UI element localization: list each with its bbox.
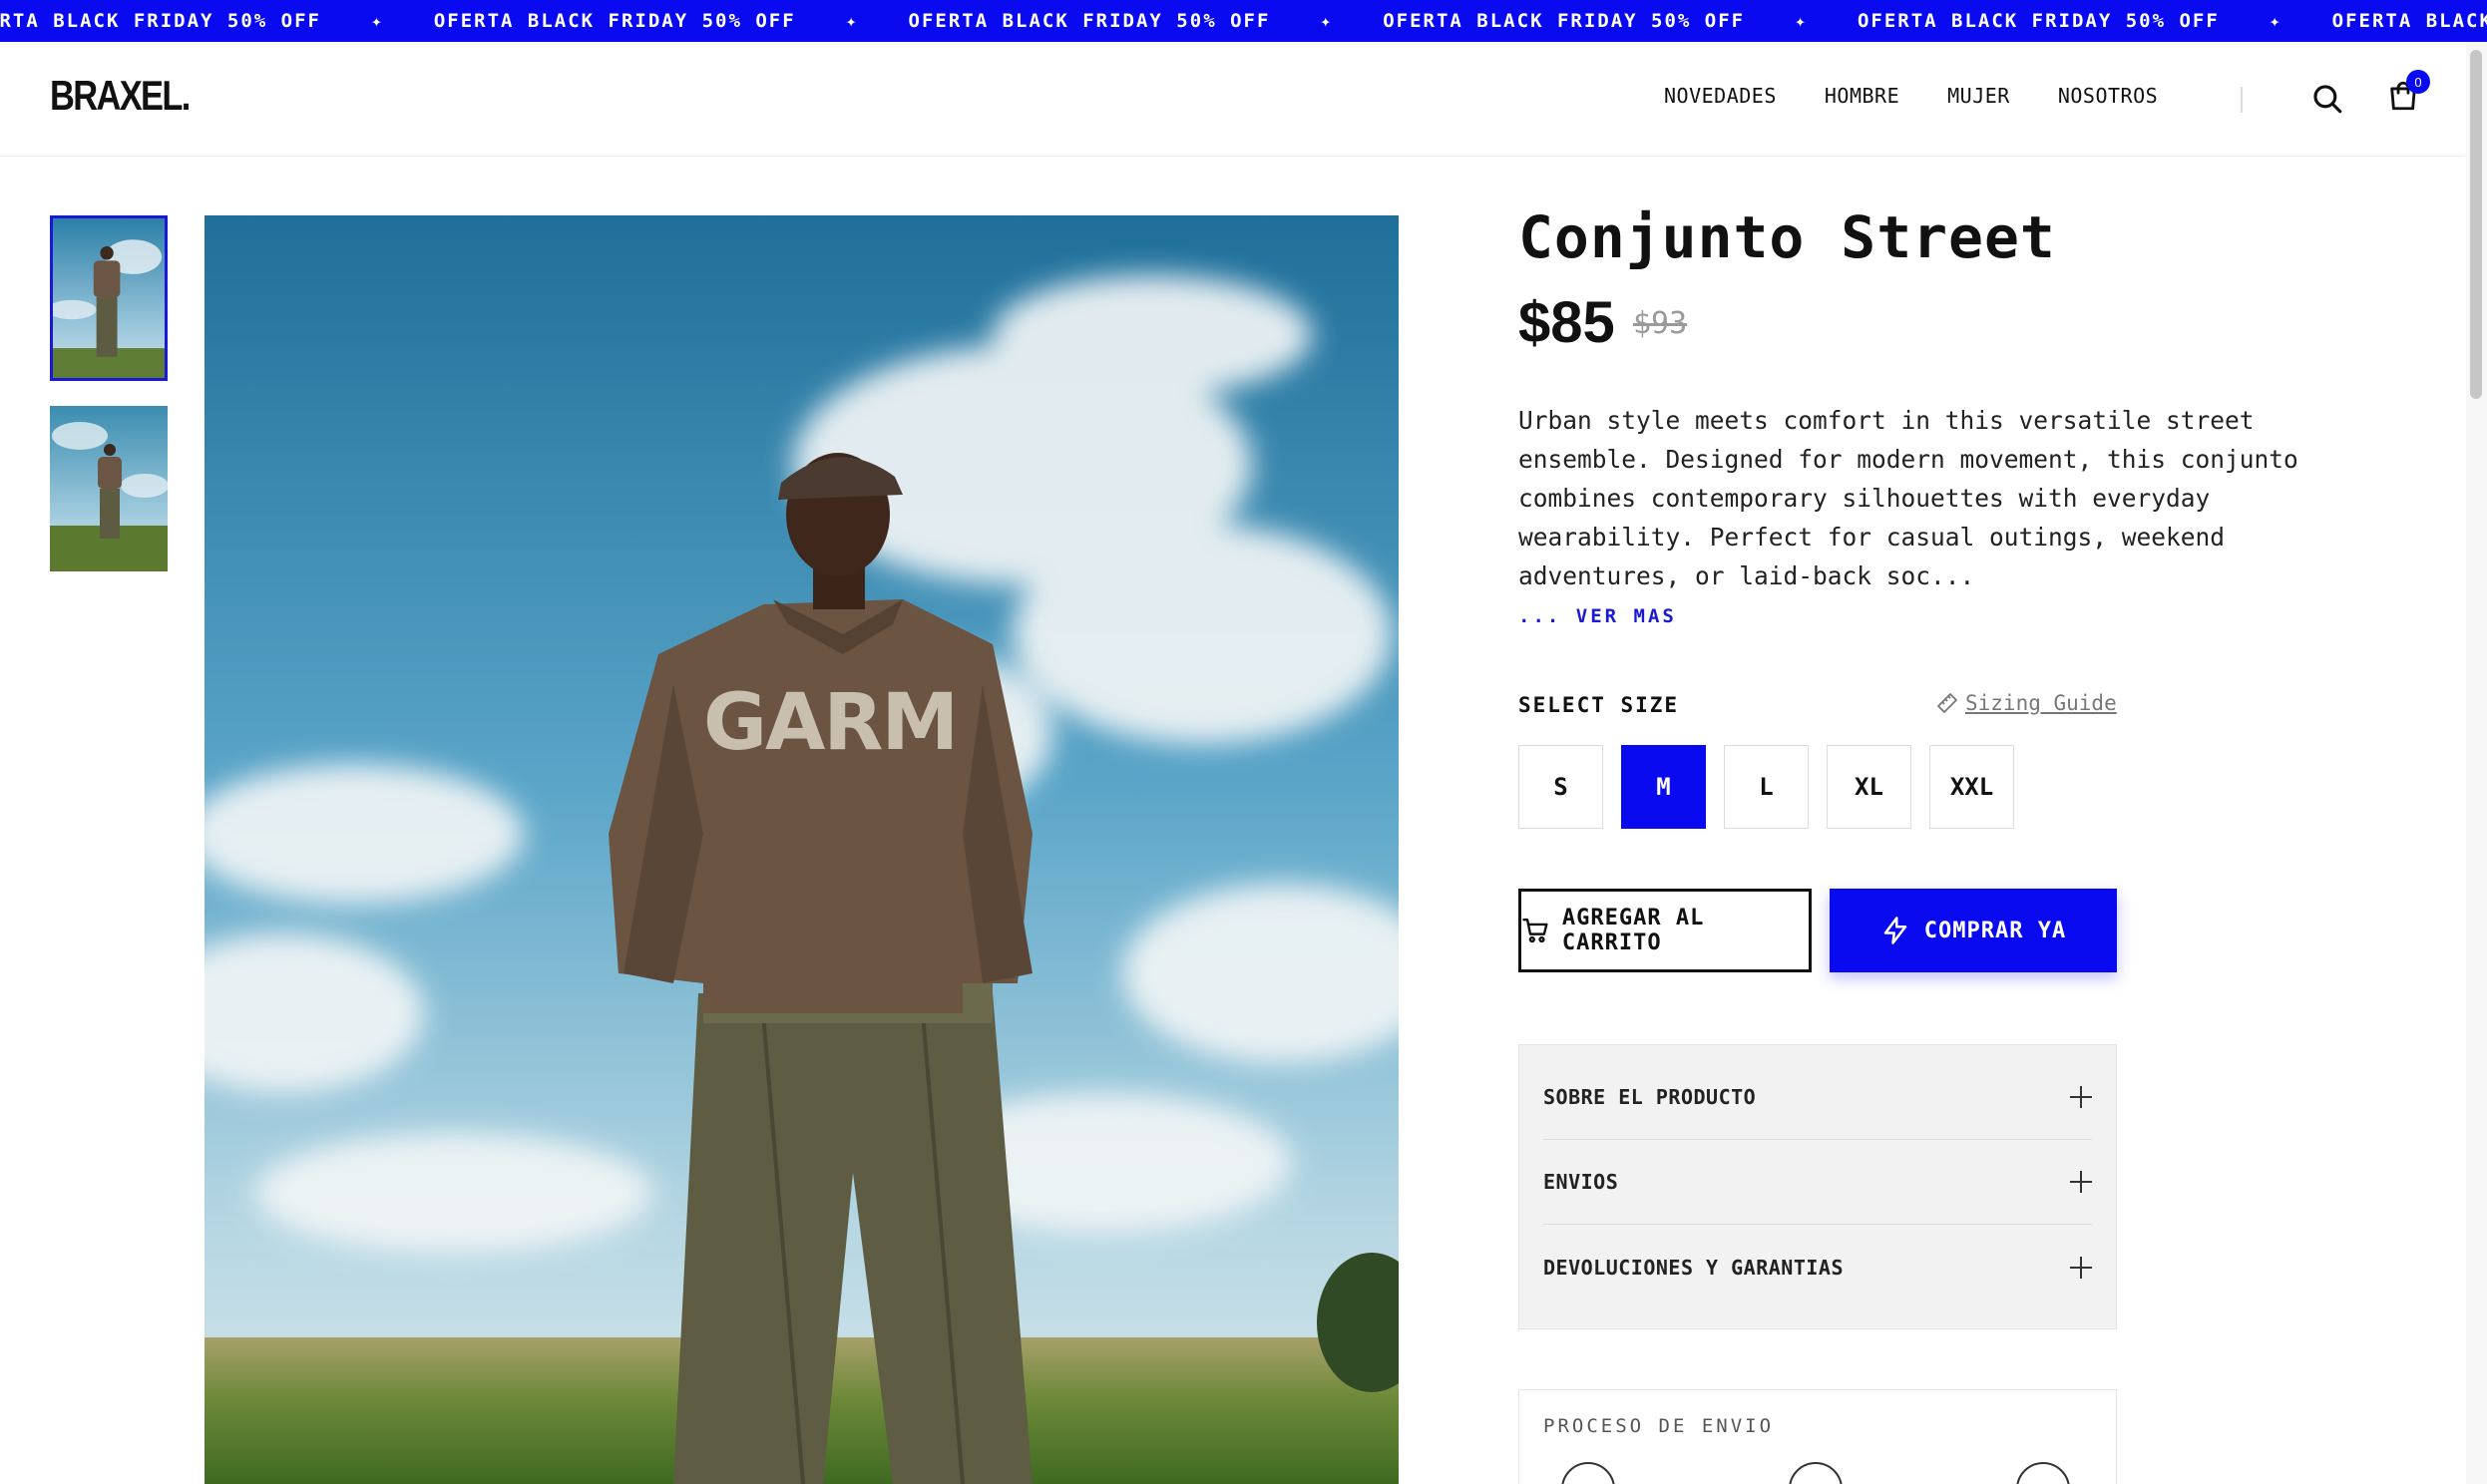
shipping-process-card: PROCESO DE ENVIO	[1518, 1389, 2117, 1484]
product-photo: GARM	[205, 215, 1399, 1484]
nav-item-novedades[interactable]: NOVEDADES	[1664, 84, 1777, 108]
announcement-text: OFERTA BLACK FRIDAY 50% OFF	[433, 10, 796, 32]
size-option-l[interactable]: L	[1724, 745, 1809, 829]
plus-icon	[2070, 1171, 2092, 1193]
accordion-label: SOBRE EL PRODUCTO	[1543, 1085, 1757, 1109]
gallery-thumbnail-2[interactable]	[50, 406, 168, 571]
shipping-process-title: PROCESO DE ENVIO	[1543, 1415, 1775, 1437]
add-to-cart-button[interactable]: AGREGAR AL CARRITO	[1518, 889, 1812, 972]
announcement-text: OFERTA BLACK FRIDAY 50% OFF	[1857, 10, 2220, 32]
star-icon: ✦	[845, 10, 859, 32]
buy-now-label: COMPRAR YA	[1923, 918, 2067, 943]
product-price: $85	[1518, 290, 1615, 355]
product-old-price: $93	[1633, 306, 1688, 341]
process-step-icon	[1561, 1462, 1615, 1484]
announcement-text: OFERTA BLACK FRIDAY 50% OFF	[908, 10, 1271, 32]
nav-item-mujer[interactable]: MUJER	[1947, 84, 2010, 108]
lightning-icon	[1883, 917, 1907, 944]
size-option-xl[interactable]: XL	[1827, 745, 1911, 829]
announcement-track: ERTA BLACK FRIDAY 50% OFF ✦ OFERTA BLACK…	[0, 0, 2487, 42]
scrollbar-thumb[interactable]	[2470, 50, 2482, 399]
accordion-item-about[interactable]: SOBRE EL PRODUCTO	[1543, 1055, 2092, 1140]
svg-text:GARM: GARM	[703, 678, 957, 768]
product-title: Conjunto Street	[1518, 203, 2056, 271]
sizing-guide-label: Sizing Guide	[1965, 691, 2117, 715]
page-scrollbar[interactable]	[2466, 42, 2487, 1484]
nav-item-hombre[interactable]: HOMBRE	[1825, 84, 1899, 108]
plus-icon	[2070, 1256, 2092, 1279]
search-button[interactable]	[2310, 82, 2344, 116]
size-option-xxl[interactable]: XXL	[1929, 745, 2014, 829]
announcement-bar: ERTA BLACK FRIDAY 50% OFF ✦ OFERTA BLACK…	[0, 0, 2487, 42]
product-thumbnail-image	[53, 218, 165, 378]
announcement-text: OFERTA BLACK FRIDAY 50% OFF	[1383, 10, 1746, 32]
size-option-s[interactable]: S	[1518, 745, 1603, 829]
star-icon: ✦	[1320, 10, 1334, 32]
accordion-label: DEVOLUCIONES Y GARANTIAS	[1543, 1255, 1844, 1280]
accordion-item-returns[interactable]: DEVOLUCIONES Y GARANTIAS	[1543, 1225, 2092, 1309]
accordion-label: ENVIOS	[1543, 1170, 1619, 1194]
product-main-image: GARM	[205, 215, 1399, 1484]
size-option-m[interactable]: M	[1621, 745, 1706, 829]
site-header: BRAXEL. NOVEDADES HOMBRE MUJER NOSOTROS …	[0, 42, 2464, 157]
product-description: Urban style meets comfort in this versat…	[1518, 406, 2298, 590]
announcement-text: OFERTA BLACK FRIDAY	[2331, 10, 2487, 32]
brand-logo[interactable]: BRAXEL.	[50, 72, 191, 120]
ruler-icon	[1937, 693, 1957, 713]
size-selector: S M L XL XXL	[1518, 745, 2014, 829]
search-icon	[2313, 85, 2342, 114]
gallery-thumbnail-1[interactable]	[50, 215, 168, 381]
read-more-link[interactable]: ... VER MAS	[1518, 605, 1677, 627]
star-icon: ✦	[370, 10, 384, 32]
product-thumbnail-image	[50, 406, 168, 571]
product-info-accordion: SOBRE EL PRODUCTO ENVIOS DEVOLUCIONES Y …	[1518, 1044, 2117, 1329]
star-icon: ✦	[2269, 10, 2282, 32]
process-step-icon	[1789, 1462, 1843, 1484]
process-step-icon	[2016, 1462, 2070, 1484]
cart-count-badge: 0	[2406, 70, 2430, 94]
star-icon: ✦	[1795, 10, 1808, 32]
add-to-cart-label: AGREGAR AL CARRITO	[1561, 906, 1705, 955]
cart-icon	[1522, 918, 1548, 943]
size-label: SELECT SIZE	[1518, 693, 1680, 717]
buy-now-button[interactable]: COMPRAR YA	[1830, 889, 2117, 972]
sizing-guide-link[interactable]: Sizing Guide	[1935, 691, 2117, 715]
nav-item-nosotros[interactable]: NOSOTROS	[2058, 84, 2158, 108]
plus-icon	[2070, 1086, 2092, 1108]
nav-divider	[2241, 87, 2243, 113]
announcement-text: ERTA BLACK FRIDAY 50% OFF	[0, 10, 321, 32]
main-nav: NOVEDADES HOMBRE MUJER NOSOTROS	[1664, 84, 2158, 108]
accordion-item-shipping[interactable]: ENVIOS	[1543, 1140, 2092, 1225]
